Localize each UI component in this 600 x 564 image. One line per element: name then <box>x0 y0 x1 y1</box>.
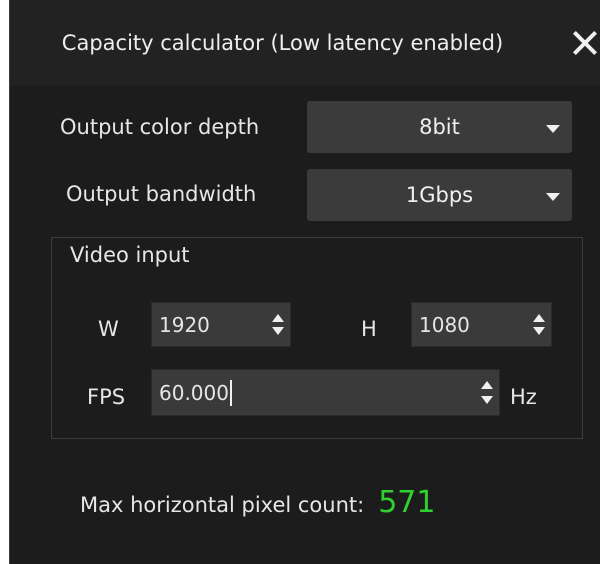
height-value: 1080 <box>419 312 470 337</box>
chevron-down-icon <box>546 193 560 201</box>
spin-up-icon[interactable] <box>533 314 545 322</box>
spin-buttons <box>268 308 288 341</box>
width-value: 1920 <box>159 312 210 337</box>
video-input-group-label: Video input <box>70 243 190 267</box>
spin-up-icon[interactable] <box>481 381 493 389</box>
spin-buttons <box>477 375 497 410</box>
fps-spinbox[interactable]: 60.000 <box>151 369 500 416</box>
chevron-down-icon <box>546 125 560 133</box>
spin-down-icon[interactable] <box>272 327 284 335</box>
width-label: W <box>98 317 119 341</box>
output-color-depth-label: Output color depth <box>60 115 260 139</box>
max-horizontal-pixel-count: Max horizontal pixel count: 571 <box>80 485 435 520</box>
video-input-group: Video input W 1920 H 1080 FPS 60.000 Hz <box>51 237 583 439</box>
result-value: 571 <box>378 485 436 520</box>
spin-down-icon[interactable] <box>481 396 493 404</box>
spin-down-icon[interactable] <box>533 327 545 335</box>
window-title: Capacity calculator (Low latency enabled… <box>61 31 504 55</box>
close-icon[interactable] <box>570 28 600 58</box>
height-spinbox[interactable]: 1080 <box>411 302 552 347</box>
capacity-calculator-window: Capacity calculator (Low latency enabled… <box>9 0 600 564</box>
width-spinbox[interactable]: 1920 <box>151 302 291 347</box>
output-bandwidth-value: 1Gbps <box>405 183 474 207</box>
output-color-depth-value: 8bit <box>419 115 460 139</box>
output-bandwidth-dropdown[interactable]: 1Gbps <box>307 169 572 221</box>
result-label: Max horizontal pixel count: <box>80 493 365 517</box>
fps-label: FPS <box>87 385 126 409</box>
fps-unit-label: Hz <box>510 385 537 409</box>
title-bar: Capacity calculator (Low latency enabled… <box>10 0 600 86</box>
spin-up-icon[interactable] <box>272 314 284 322</box>
text-caret <box>229 379 232 406</box>
fps-value: 60.000 <box>159 380 229 405</box>
fps-input[interactable]: 60.000 <box>159 370 232 415</box>
output-color-depth-dropdown[interactable]: 8bit <box>307 101 572 153</box>
height-label: H <box>361 317 377 341</box>
spin-buttons <box>529 308 549 341</box>
output-bandwidth-label: Output bandwidth <box>66 182 257 206</box>
